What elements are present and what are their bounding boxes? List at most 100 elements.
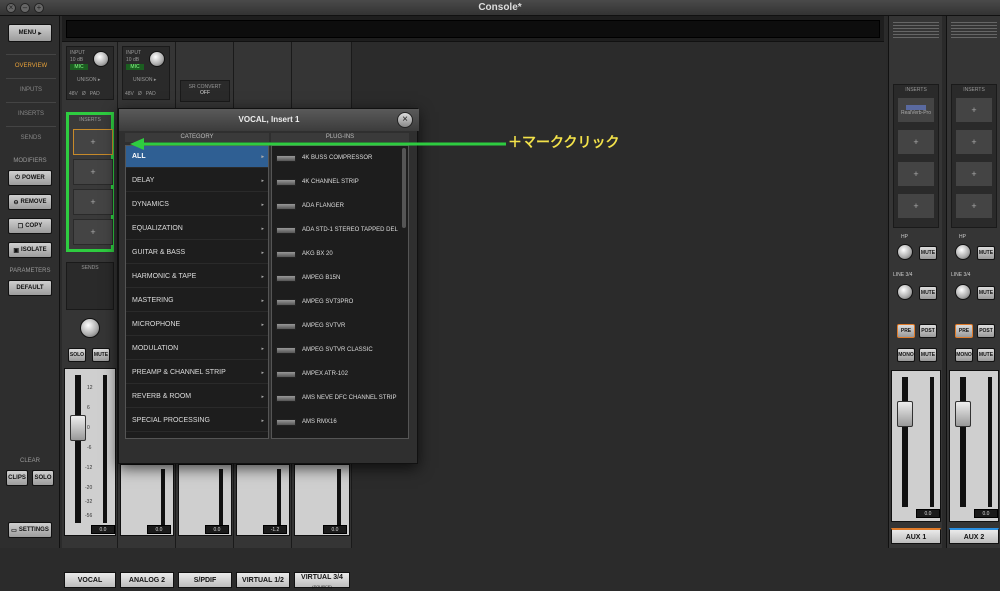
- default-button[interactable]: DEFAULT: [8, 280, 52, 296]
- clear-solo-button[interactable]: SOLO: [32, 470, 54, 486]
- pad-toggle[interactable]: PAD: [90, 91, 100, 97]
- 48v-toggle[interactable]: 48V: [125, 91, 134, 97]
- plus-icon: +: [913, 137, 919, 147]
- aux-mono-button[interactable]: MONO: [897, 348, 915, 362]
- phase-toggle[interactable]: Ø: [82, 91, 86, 97]
- plugin-item[interactable]: AKG BX 20: [272, 242, 408, 266]
- pad-toggle[interactable]: PAD: [146, 91, 156, 97]
- aux-name-2[interactable]: AUX 2: [949, 528, 999, 544]
- category-item[interactable]: PREAMP & CHANNEL STRIP ▸: [126, 362, 268, 384]
- aux-mono-button[interactable]: MONO: [955, 348, 973, 362]
- category-label: MODULATION: [132, 345, 179, 352]
- aux-hp-mute-button[interactable]: MUTE: [977, 246, 995, 260]
- unison-label[interactable]: UNISON ▸: [133, 77, 156, 83]
- plugin-item[interactable]: AMPEG SVT3PRO: [272, 290, 408, 314]
- aux-insert-slot-4[interactable]: +: [897, 193, 935, 219]
- aux-post-button[interactable]: POST: [977, 324, 995, 338]
- aux-post-button[interactable]: POST: [919, 324, 937, 338]
- aux-hp-mute-button[interactable]: MUTE: [919, 246, 937, 260]
- nav-sends[interactable]: SENDS: [6, 126, 56, 148]
- channel-name-virtual-3-4[interactable]: VIRTUAL 3/4 (SOURCE): [294, 572, 350, 589]
- plugin-item[interactable]: AMS NEVE DFC CHANNEL STRIP: [272, 386, 408, 410]
- aux-line-knob[interactable]: [897, 284, 913, 300]
- phase-toggle[interactable]: Ø: [138, 91, 142, 97]
- category-item[interactable]: SPECIAL PROCESSING ▸: [126, 410, 268, 432]
- menu-button[interactable]: MENU ▸: [8, 24, 52, 42]
- nav-inputs[interactable]: INPUTS: [6, 78, 56, 100]
- plugin-item[interactable]: AMPEG SVTVR CLASSIC: [272, 338, 408, 362]
- category-item[interactable]: DYNAMICS ▸: [126, 194, 268, 216]
- plugin-item[interactable]: ADA FLANGER: [272, 194, 408, 218]
- plugin-item[interactable]: 4K CHANNEL STRIP: [272, 170, 408, 194]
- sr-convert-box[interactable]: SR CONVERT OFF: [180, 80, 230, 102]
- aux-insert-slot-3[interactable]: +: [955, 161, 993, 187]
- mic-badge[interactable]: MIC: [70, 64, 88, 70]
- aux-insert-slot-2[interactable]: +: [897, 129, 935, 155]
- gain-knob[interactable]: [93, 51, 109, 67]
- unison-label[interactable]: UNISON ▸: [77, 77, 100, 83]
- nav-inserts[interactable]: INSERTS: [6, 102, 56, 124]
- channel-name-analog-2[interactable]: ANALOG 2: [120, 572, 174, 588]
- insert-slot-2[interactable]: +: [73, 159, 113, 185]
- aux-volume-fader[interactable]: [897, 401, 913, 427]
- copy-button[interactable]: ❐ COPY: [8, 218, 52, 234]
- aux-line-mute-button[interactable]: MUTE: [977, 286, 995, 300]
- fader-scale-m56: -56: [85, 513, 93, 519]
- category-item[interactable]: REVERB & ROOM ▸: [126, 386, 268, 408]
- aux-panel: INSERTS RealVerb-Pro + + + HP MUTE LINE …: [886, 16, 1000, 548]
- insert-slot-1[interactable]: +: [73, 129, 113, 155]
- fader-track: [960, 377, 966, 507]
- aux-name-1[interactable]: AUX 1: [891, 528, 941, 544]
- plugin-item[interactable]: AMPEX ATR-102: [272, 362, 408, 386]
- plugin-item[interactable]: AMS RMX16: [272, 410, 408, 434]
- category-item[interactable]: GUITAR & BASS ▸: [126, 242, 268, 264]
- aux-insert-slot-1[interactable]: +: [955, 97, 993, 123]
- channel-name-spdif[interactable]: S/PDIF: [178, 572, 232, 588]
- solo-button[interactable]: SOLO: [68, 348, 86, 362]
- isolate-button[interactable]: ▣ ISOLATE: [8, 242, 52, 258]
- plugin-item[interactable]: AMPEG B15N: [272, 266, 408, 290]
- category-item[interactable]: HARMONIC & TAPE ▸: [126, 266, 268, 288]
- sends-label: SENDS: [81, 265, 99, 271]
- channel-name-virtual-1-2[interactable]: VIRTUAL 1/2: [236, 572, 290, 588]
- aux-line-knob[interactable]: [955, 284, 971, 300]
- nav-overview[interactable]: OVERVIEW: [6, 54, 56, 76]
- chevron-right-icon: ▸: [261, 250, 264, 256]
- aux-insert-slot-2[interactable]: +: [955, 129, 993, 155]
- 48v-toggle[interactable]: 48V: [69, 91, 78, 97]
- aux-volume-fader[interactable]: [955, 401, 971, 427]
- plus-icon: +: [971, 137, 977, 147]
- mute-button[interactable]: MUTE: [92, 348, 110, 362]
- volume-fader[interactable]: [70, 415, 86, 441]
- channel-name-vocal[interactable]: VOCAL: [64, 572, 116, 588]
- aux-line-mute-button[interactable]: MUTE: [919, 286, 937, 300]
- close-icon[interactable]: ×: [397, 112, 413, 128]
- clear-clips-button[interactable]: CLIPS: [6, 470, 28, 486]
- mic-badge[interactable]: MIC: [126, 64, 144, 70]
- aux-hp-knob[interactable]: [955, 244, 971, 260]
- plugin-item[interactable]: ADA STD-1 STEREO TAPPED DEL: [272, 218, 408, 242]
- gain-knob[interactable]: [149, 51, 165, 67]
- aux-pre-button[interactable]: PRE: [955, 324, 973, 338]
- pan-knob[interactable]: [80, 318, 100, 338]
- remove-label: REMOVE: [20, 199, 47, 205]
- aux-mute-button[interactable]: MUTE: [919, 348, 937, 362]
- insert-slot-4[interactable]: +: [73, 219, 113, 245]
- category-item[interactable]: MASTERING ▸: [126, 290, 268, 312]
- plugin-list-scrollbar[interactable]: [402, 148, 406, 228]
- aux-mute-button[interactable]: MUTE: [977, 348, 995, 362]
- remove-button[interactable]: ⊖ REMOVE: [8, 194, 52, 210]
- category-item[interactable]: MODULATION ▸: [126, 338, 268, 360]
- power-button[interactable]: ⏻ POWER: [8, 170, 52, 186]
- aux-pre-button[interactable]: PRE: [897, 324, 915, 338]
- aux-hp-knob[interactable]: [897, 244, 913, 260]
- aux-insert-slot-3[interactable]: +: [897, 161, 935, 187]
- insert-slot-3[interactable]: +: [73, 189, 113, 215]
- settings-button[interactable]: ▭ SETTINGS: [8, 522, 52, 538]
- plugin-item[interactable]: AMPEG SVTVR: [272, 314, 408, 338]
- aux-insert-slot-1[interactable]: RealVerb-Pro: [897, 97, 935, 123]
- aux-insert-slot-4[interactable]: +: [955, 193, 993, 219]
- category-item[interactable]: EQUALIZATION ▸: [126, 218, 268, 240]
- category-item[interactable]: MICROPHONE ▸: [126, 314, 268, 336]
- category-item[interactable]: DELAY ▸: [126, 170, 268, 192]
